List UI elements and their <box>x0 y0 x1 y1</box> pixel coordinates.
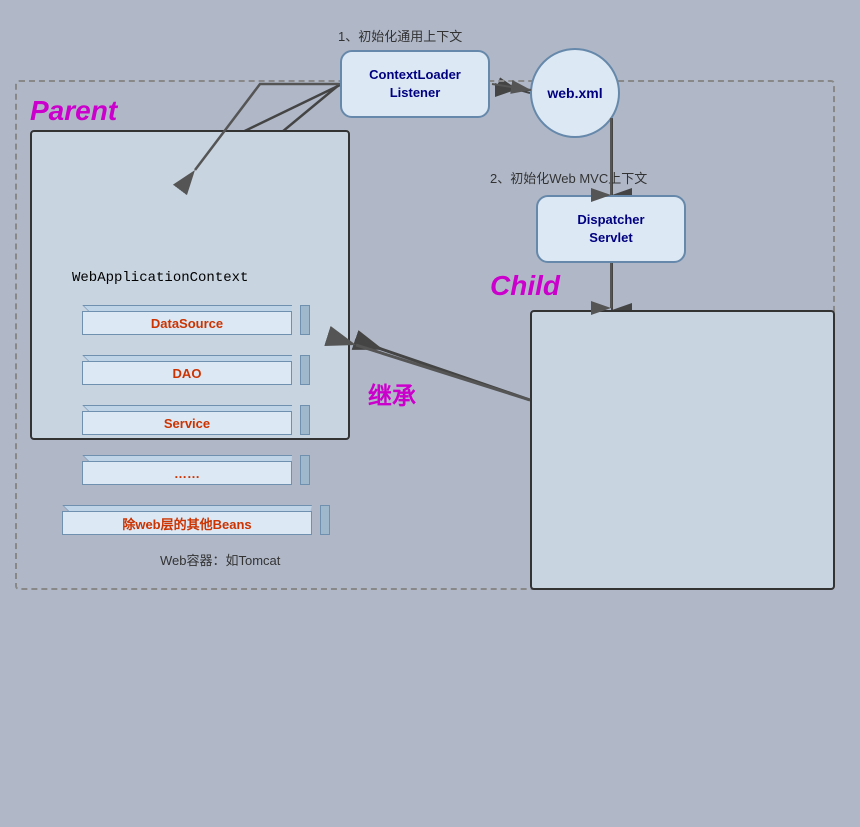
other-beans-bar: 除web层的其他Beans <box>62 505 322 535</box>
datasource-bar-side <box>300 305 310 335</box>
service-label: Service <box>164 416 210 431</box>
parent-dots-bar: …… <box>82 455 302 485</box>
web-app-context-label: WebApplicationContext <box>72 270 248 286</box>
other-beans-bar-front: 除web层的其他Beans <box>62 511 312 535</box>
parent-bars: DataSource DAO Service …… <box>62 297 322 543</box>
context-loader-label: ContextLoader Listener <box>369 66 461 102</box>
parent-dots-label: …… <box>174 466 200 481</box>
parent-label: Parent <box>30 95 117 127</box>
dao-bar-front: DAO <box>82 361 292 385</box>
datasource-bar-front: DataSource <box>82 311 292 335</box>
inheritance-label: 继承 <box>368 376 416 411</box>
child-container: Controller HandlerMapping HandlerAdapter… <box>530 310 835 590</box>
service-bar-front: Service <box>82 411 292 435</box>
datasource-bar: DataSource <box>82 305 302 335</box>
dispatcher-servlet-box: Dispatcher Servlet <box>536 195 686 263</box>
other-beans-bar-side <box>320 505 330 535</box>
child-label: Child <box>490 270 560 302</box>
parent-container: WebApplicationContext DataSource DAO Ser… <box>30 130 350 440</box>
dao-label: DAO <box>173 366 202 381</box>
other-beans-label: 除web层的其他Beans <box>122 514 251 533</box>
web-container-label: Web容器：如Tomcat <box>160 550 280 569</box>
step2-annotation: 2、初始化Web MVC上下文 <box>490 168 647 187</box>
dao-bar: DAO <box>82 355 302 385</box>
step1-annotation: 1、初始化通用上下文 <box>338 26 462 45</box>
webxml-circle: web.xml <box>530 48 620 138</box>
dispatcher-label: Dispatcher Servlet <box>577 211 644 247</box>
dao-bar-side <box>300 355 310 385</box>
datasource-label: DataSource <box>151 316 223 331</box>
webxml-label: web.xml <box>547 85 602 101</box>
parent-dots-bar-front: …… <box>82 461 292 485</box>
service-bar: Service <box>82 405 302 435</box>
service-bar-side <box>300 405 310 435</box>
context-loader-box: ContextLoader Listener <box>340 50 490 118</box>
parent-dots-bar-side <box>300 455 310 485</box>
